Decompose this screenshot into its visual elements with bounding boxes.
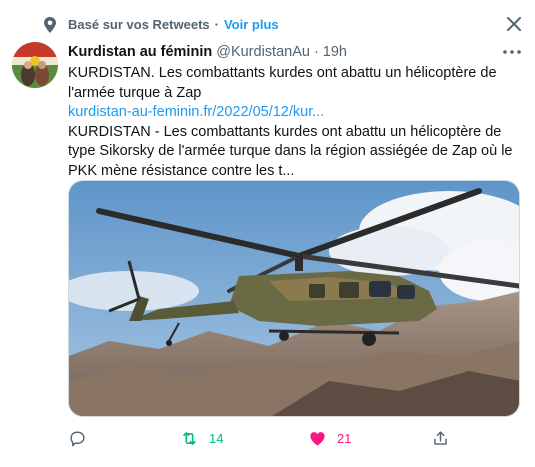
- tweet-time[interactable]: 19h: [323, 44, 347, 60]
- like-count: 21: [337, 430, 352, 446]
- article-link[interactable]: kurdistan-au-feminin.fr/2022/05/12/kur..…: [68, 103, 523, 123]
- heart-icon: [310, 431, 325, 446]
- share-icon: [434, 430, 447, 445]
- tweet-card[interactable]: Basé sur vos Retweets · Voir plus Kurdis…: [0, 0, 535, 467]
- tweet-body-line2: KURDISTAN - Les combattants kurdes ont a…: [68, 123, 513, 179]
- like-button[interactable]: 21: [308, 426, 351, 450]
- avatar-image: [12, 42, 58, 88]
- time-separator: ·: [313, 44, 319, 60]
- retweet-button[interactable]: 14: [180, 426, 223, 450]
- author-handle[interactable]: @KurdistanAu: [216, 44, 310, 60]
- helicopter-photo: [69, 181, 519, 416]
- context-header: Basé sur vos Retweets · Voir plus: [68, 14, 279, 34]
- location-pin-icon: [44, 17, 56, 33]
- author-name[interactable]: Kurdistan au féminin: [68, 44, 212, 60]
- see-more-link[interactable]: Voir plus: [224, 17, 279, 32]
- reply-button[interactable]: [68, 426, 87, 450]
- context-separator: ·: [214, 16, 219, 32]
- more-options-icon[interactable]: [500, 42, 524, 62]
- avatar[interactable]: [12, 42, 58, 88]
- retweet-icon: [183, 431, 196, 445]
- context-label: Basé sur vos Retweets: [68, 16, 210, 32]
- retweet-count: 14: [209, 430, 224, 446]
- tweet-actions: 14 21: [68, 426, 508, 450]
- reply-icon: [70, 430, 85, 446]
- tweet-body-line1: KURDISTAN. Les combattants kurdes ont ab…: [68, 65, 497, 101]
- tweet-header: Kurdistan au féminin @KurdistanAu · 19h: [68, 42, 347, 62]
- close-icon[interactable]: [502, 12, 526, 36]
- tweet-text: KURDISTAN. Les combattants kurdes ont ab…: [68, 64, 523, 181]
- share-button[interactable]: [431, 426, 450, 450]
- tweet-media-image[interactable]: [68, 180, 520, 417]
